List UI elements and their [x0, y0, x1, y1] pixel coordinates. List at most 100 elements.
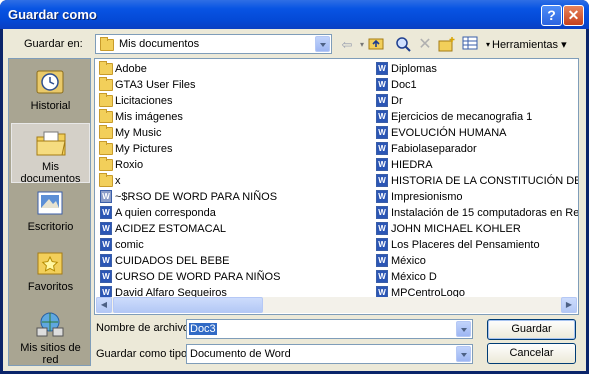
horizontal-scrollbar[interactable]: ◀ ▶	[96, 297, 577, 313]
folder-item[interactable]: Adobe	[97, 61, 367, 77]
folder-icon	[99, 125, 113, 139]
filename-label: Nombre de archivo:	[96, 322, 192, 334]
file-item[interactable]: México D	[373, 269, 578, 285]
file-name: JOHN MICHAEL KOHLER	[391, 223, 521, 235]
tools-menu[interactable]: Herramientas ▾	[492, 38, 567, 51]
word-document-icon	[376, 94, 388, 107]
word-document-icon	[376, 254, 388, 267]
file-item[interactable]: comic	[97, 237, 367, 253]
file-item[interactable]: Instalación de 15 computadoras en Red	[373, 205, 578, 221]
location-combo[interactable]: Mis documentos	[95, 34, 332, 54]
word-document-icon	[376, 158, 388, 171]
place-history[interactable]: Historial	[11, 63, 90, 123]
delete-icon[interactable]: ✕	[416, 36, 434, 54]
file-name: Roxio	[115, 159, 144, 171]
file-name: ACIDEZ ESTOMACAL	[115, 223, 227, 235]
file-item[interactable]: Ejercicios de mecanografia 1	[373, 109, 578, 125]
places-bar: Historial Mis documentos Escritorio Favo…	[8, 58, 91, 366]
word-document-icon	[376, 78, 388, 91]
word-document-icon	[100, 238, 112, 251]
file-item[interactable]: Impresionismo	[373, 189, 578, 205]
file-name: CUIDADOS DEL BEBE	[115, 255, 230, 267]
file-item[interactable]: CUIDADOS DEL BEBE	[97, 253, 367, 269]
folder-item[interactable]: GTA3 User Files	[97, 77, 367, 93]
folder-icon	[99, 93, 113, 107]
file-name: Licitaciones	[115, 95, 173, 107]
chevron-down-icon[interactable]	[456, 321, 471, 337]
file-item[interactable]: México	[373, 253, 578, 269]
file-item[interactable]: HISTORIA DE LA CONSTITUCIÓN DE CÁD	[373, 173, 578, 189]
file-item[interactable]: ACIDEZ ESTOMACAL	[97, 221, 367, 237]
folder-item[interactable]: My Pictures	[97, 141, 367, 157]
file-name: Los Placeres del Pensamiento	[391, 239, 540, 251]
file-item[interactable]: CURSO DE WORD PARA NIÑOS	[97, 269, 367, 285]
my-documents-icon	[36, 131, 66, 156]
folder-icon	[99, 173, 113, 187]
file-name: A quien corresponda	[115, 207, 216, 219]
file-name: Dr	[391, 95, 403, 107]
place-desktop[interactable]: Escritorio	[11, 184, 90, 244]
views-icon[interactable]	[461, 36, 479, 54]
file-name: GTA3 User Files	[115, 79, 196, 91]
file-item[interactable]: ~$RSO DE WORD PARA NIÑOS	[97, 189, 367, 205]
scroll-left-icon[interactable]: ◀	[96, 297, 112, 313]
file-name: Mis imágenes	[115, 111, 183, 123]
folder-item[interactable]: Roxio	[97, 157, 367, 173]
window-title: Guardar como	[8, 7, 97, 22]
scroll-right-icon[interactable]: ▶	[561, 297, 577, 313]
file-name: Doc1	[391, 79, 417, 91]
word-document-icon	[100, 222, 112, 235]
place-label: Historial	[30, 100, 71, 112]
file-item[interactable]: Doc1	[373, 77, 578, 93]
word-document-icon	[100, 254, 112, 267]
file-item[interactable]: Dr	[373, 93, 578, 109]
filename-field[interactable]: Doc3	[186, 319, 473, 339]
place-my-documents[interactable]: Mis documentos	[11, 123, 90, 185]
word-document-icon	[376, 174, 388, 187]
filetype-select[interactable]: Documento de Word	[186, 344, 473, 364]
word-document-icon	[376, 62, 388, 75]
word-document-icon	[376, 190, 388, 203]
file-name: ~$RSO DE WORD PARA NIÑOS	[115, 191, 278, 203]
file-item[interactable]: JOHN MICHAEL KOHLER	[373, 221, 578, 237]
word-document-icon	[376, 142, 388, 155]
favorites-icon	[37, 252, 63, 275]
file-name: Ejercicios de mecanografia 1	[391, 111, 533, 123]
folder-icon	[99, 109, 113, 123]
chevron-down-icon[interactable]	[456, 346, 471, 362]
file-list[interactable]: Adobe GTA3 User Files Licitaciones Mis imág…	[94, 58, 579, 315]
new-folder-icon[interactable]	[438, 36, 456, 54]
search-web-icon[interactable]	[394, 36, 412, 54]
file-name: México D	[391, 271, 437, 283]
file-name: Adobe	[115, 63, 147, 75]
file-name: x	[115, 175, 121, 187]
word-document-icon	[376, 110, 388, 123]
help-button[interactable]: ?	[541, 5, 562, 26]
word-document-icon	[100, 270, 112, 283]
place-network[interactable]: Mis sitios de red	[11, 305, 90, 366]
word-document-icon	[376, 270, 388, 283]
folder-item[interactable]: x	[97, 173, 367, 189]
file-item[interactable]: HIEDRA	[373, 157, 578, 173]
scrollbar-thumb[interactable]	[113, 297, 263, 313]
folder-item[interactable]: My Music	[97, 125, 367, 141]
file-item[interactable]: Diplomas	[373, 61, 578, 77]
location-value: Mis documentos	[119, 38, 200, 50]
place-favorites[interactable]: Favoritos	[11, 244, 90, 304]
file-item[interactable]: EVOLUCIÓN HUMANA	[373, 125, 578, 141]
cancel-button[interactable]: Cancelar	[487, 343, 576, 364]
folder-item[interactable]: Mis imágenes	[97, 109, 367, 125]
file-item[interactable]: A quien corresponda	[97, 205, 367, 221]
history-icon	[36, 70, 64, 94]
file-item[interactable]: Fabiolaseparador	[373, 141, 578, 157]
folder-item[interactable]: Licitaciones	[97, 93, 367, 109]
save-button[interactable]: Guardar	[487, 319, 576, 340]
close-button[interactable]: ✕	[563, 5, 584, 26]
file-item[interactable]: Los Placeres del Pensamiento	[373, 237, 578, 253]
word-document-icon	[376, 238, 388, 251]
title-bar[interactable]: Guardar como ? ✕	[0, 0, 589, 29]
chevron-down-icon[interactable]	[315, 36, 330, 52]
up-folder-icon[interactable]	[367, 36, 385, 54]
word-document-icon	[100, 190, 112, 203]
place-label: Favoritos	[27, 281, 74, 293]
